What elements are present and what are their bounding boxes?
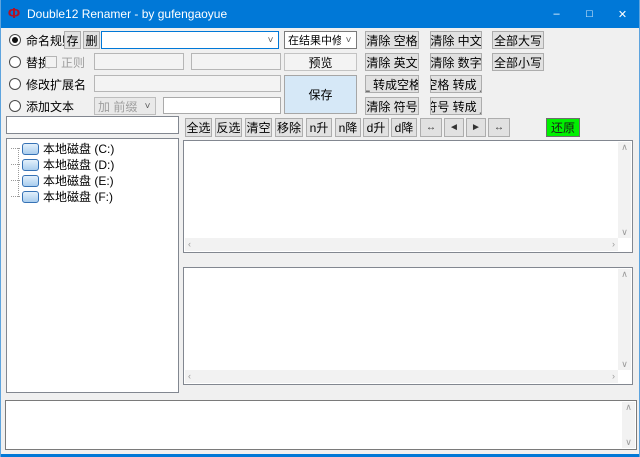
log-panel[interactable]: ∧ ∨: [5, 400, 637, 450]
preview-button[interactable]: 预览: [284, 53, 357, 71]
clear-chinese-button[interactable]: 清除 中文: [430, 31, 482, 49]
move-to-first-button[interactable]: ↔: [420, 118, 442, 137]
symbols-to-underscore-button[interactable]: 符号 转成 _: [430, 97, 482, 115]
drive-label: 本地磁盘 (C:): [43, 142, 115, 156]
scroll-down-icon[interactable]: ∨: [621, 227, 628, 238]
regex-checkbox: [45, 56, 57, 68]
caption-controls: – □ ✕: [540, 0, 639, 28]
tree-item-drive-c[interactable]: 本地磁盘 (C:): [11, 141, 114, 156]
scroll-down-icon[interactable]: ∨: [625, 437, 632, 448]
sort-name-asc-button[interactable]: n升: [306, 118, 332, 137]
radio-rename-rule[interactable]: [9, 34, 21, 46]
uppercase-all-button[interactable]: 全部大写: [492, 31, 544, 49]
scroll-left-icon[interactable]: ‹: [188, 239, 191, 250]
radio-change-extension-label[interactable]: 修改扩展名: [26, 78, 86, 92]
close-button[interactable]: ✕: [606, 0, 639, 28]
vertical-scrollbar[interactable]: ∧ ∨: [618, 142, 631, 238]
drive-label: 本地磁盘 (D:): [43, 158, 115, 172]
sort-date-asc-button[interactable]: d升: [363, 118, 389, 137]
radio-add-text[interactable]: [9, 100, 21, 112]
add-text-input[interactable]: [163, 97, 281, 114]
add-text-position-value: 加 前缀: [98, 99, 138, 114]
radio-change-extension[interactable]: [9, 78, 21, 90]
clear-symbols-button[interactable]: 清除 符号: [365, 97, 419, 115]
minimize-button[interactable]: –: [540, 0, 573, 28]
file-list-original[interactable]: ∧ ∨ ‹ ›: [183, 140, 633, 253]
arrow-left-icon: ◄: [449, 122, 459, 133]
drive-icon: [22, 158, 39, 171]
move-left-button[interactable]: ◄: [444, 118, 464, 137]
title-bar[interactable]: Φ Double12 Renamer - by gufengaoyue – □ …: [1, 0, 639, 28]
chevron-down-icon: ˅: [345, 34, 352, 46]
sort-name-desc-button[interactable]: n降: [335, 118, 361, 137]
scroll-left-icon[interactable]: ‹: [188, 371, 191, 382]
app-window: Φ Double12 Renamer - by gufengaoyue – □ …: [0, 0, 640, 457]
drive-icon: [22, 174, 39, 187]
tree-connector: [11, 164, 20, 165]
drive-icon: [22, 190, 39, 203]
sort-date-desc-button[interactable]: d降: [391, 118, 417, 137]
add-text-position-select: 加 前缀 ˅: [94, 97, 156, 115]
close-icon: ✕: [617, 8, 628, 21]
window-title: Double12 Renamer - by gufengaoyue: [27, 7, 228, 21]
clear-list-button[interactable]: 清空: [245, 118, 272, 137]
replace-with-input[interactable]: [191, 53, 281, 70]
rename-pattern-combobox[interactable]: ˅: [101, 31, 279, 49]
path-input[interactable]: [6, 116, 179, 134]
app-icon: Φ: [7, 5, 21, 22]
vertical-scrollbar[interactable]: ∧ ∨: [618, 269, 631, 370]
arrow-right-icon: ►: [471, 122, 481, 133]
vertical-scrollbar[interactable]: ∧ ∨: [622, 402, 635, 448]
tree-item-drive-f[interactable]: 本地磁盘 (F:): [11, 189, 113, 204]
drive-icon: [22, 142, 39, 155]
extension-input[interactable]: [94, 75, 281, 92]
replace-find-input[interactable]: [94, 53, 184, 70]
remove-item-button[interactable]: 移除: [275, 118, 303, 137]
clear-spaces-button[interactable]: 清除 空格: [365, 31, 419, 49]
underscore-to-space-button[interactable]: _ 转成空格: [365, 75, 419, 93]
tree-connector: [11, 196, 20, 197]
horizontal-scrollbar[interactable]: ‹ ›: [185, 370, 618, 383]
invert-selection-button[interactable]: 反选: [215, 118, 242, 137]
left-right-arrow-icon: ↔: [494, 122, 504, 133]
clear-english-button[interactable]: 清除 英文: [365, 53, 419, 71]
scroll-right-icon[interactable]: ›: [612, 371, 615, 382]
rename-pattern-input[interactable]: [102, 33, 263, 47]
result-mode-select[interactable]: 在结果中修改 ˅: [284, 31, 357, 49]
scroll-up-icon[interactable]: ∧: [621, 142, 628, 153]
move-right-button[interactable]: ►: [466, 118, 486, 137]
result-mode-value: 在结果中修改: [288, 35, 341, 47]
tree-item-drive-e[interactable]: 本地磁盘 (E:): [11, 173, 114, 188]
store-rule-button[interactable]: 存: [64, 31, 81, 49]
tree-connector: [11, 180, 20, 181]
radio-add-text-label[interactable]: 添加文本: [26, 100, 74, 114]
maximize-button[interactable]: □: [573, 0, 606, 28]
drive-tree[interactable]: 本地磁盘 (C:) 本地磁盘 (D:) 本地磁盘 (E:) 本地磁盘 (F:): [6, 138, 179, 393]
save-button[interactable]: 保存: [284, 75, 357, 114]
scroll-up-icon[interactable]: ∧: [621, 269, 628, 280]
radio-replace[interactable]: [9, 56, 21, 68]
drive-label: 本地磁盘 (E:): [43, 174, 114, 188]
space-to-underscore-button[interactable]: 空格 转成 _: [430, 75, 482, 93]
file-list-preview[interactable]: ∧ ∨ ‹ ›: [183, 267, 633, 385]
tree-connector: [11, 148, 20, 149]
maximize-icon: □: [586, 8, 593, 20]
clear-digits-button[interactable]: 清除 数字: [430, 53, 482, 71]
drive-label: 本地磁盘 (F:): [43, 190, 113, 204]
minimize-icon: –: [553, 8, 560, 20]
delete-rule-button[interactable]: 删: [83, 31, 100, 49]
scroll-right-icon[interactable]: ›: [612, 239, 615, 250]
horizontal-scrollbar[interactable]: ‹ ›: [185, 238, 618, 251]
chevron-down-icon: ˅: [144, 100, 151, 112]
move-to-last-button[interactable]: ↔: [488, 118, 510, 137]
select-all-button[interactable]: 全选: [185, 118, 212, 137]
scroll-up-icon[interactable]: ∧: [625, 402, 632, 413]
chevron-down-icon[interactable]: ˅: [263, 35, 278, 46]
restore-button[interactable]: 还原: [546, 118, 580, 137]
tree-item-drive-d[interactable]: 本地磁盘 (D:): [11, 157, 114, 172]
left-right-arrow-icon: ↔: [426, 122, 436, 133]
regex-checkbox-label: 正则: [61, 56, 86, 70]
scroll-down-icon[interactable]: ∨: [621, 359, 628, 370]
lowercase-all-button[interactable]: 全部小写: [492, 53, 544, 71]
